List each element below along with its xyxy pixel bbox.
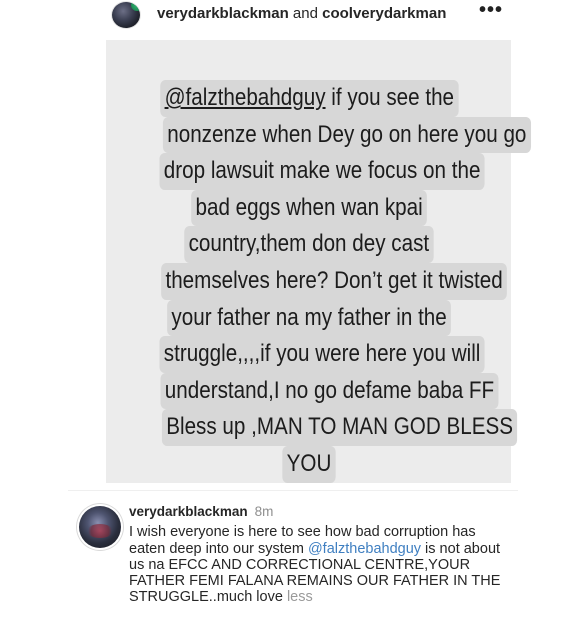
story-line: themselves here? Don’t get it twisted <box>161 262 508 300</box>
caption-comment: verydarkblackman 8m I wish everyone is h… <box>129 504 514 606</box>
author-username-1[interactable]: verydarkblackman <box>157 5 289 22</box>
story-line: bad eggs when wan kpai <box>191 189 427 227</box>
story-line: struggle,,,,if you were here you will <box>159 336 485 373</box>
post-authors: verydarkblackman and coolverydarkman <box>157 5 446 23</box>
less-link[interactable]: less <box>287 589 313 605</box>
story-line-rest: if you see the <box>325 84 454 111</box>
divider <box>68 490 518 491</box>
story-line: understand,I no go defame baba FF <box>160 372 499 410</box>
commenter-avatar[interactable] <box>79 506 121 548</box>
story-line: your father na my father in the <box>167 299 451 337</box>
post-header: verydarkblackman and coolverydarkman ••• <box>0 0 582 28</box>
collab-avatar[interactable] <box>112 2 140 28</box>
story-line: nonzenze when Dey go on here you go <box>162 116 531 154</box>
authors-conjunction: and <box>292 5 318 22</box>
comment-username[interactable]: verydarkblackman <box>129 504 248 519</box>
comment-body: I wish everyone is here to see how bad c… <box>129 524 514 605</box>
story-line: YOU <box>282 445 336 483</box>
story-text-block: @falzthebahdguy if you see the nonzenze … <box>133 80 531 483</box>
story-line: drop lawsuit make we focus on the <box>159 153 485 190</box>
story-mention: @falzthebahdguy <box>164 84 326 111</box>
story-line: @falzthebahdguy if you see the <box>159 80 459 117</box>
story-line: country,them don dey cast <box>184 226 434 263</box>
story-ring-indicator <box>131 2 140 11</box>
comment-timestamp: 8m <box>254 504 274 519</box>
comment-mention-link[interactable]: @falzthebahdguy <box>308 541 421 557</box>
more-options-icon[interactable]: ••• <box>479 0 502 21</box>
author-username-2[interactable]: coolverydarkman <box>322 5 446 22</box>
story-line: Bless up ,MAN TO MAN GOD BLESS <box>161 409 518 446</box>
